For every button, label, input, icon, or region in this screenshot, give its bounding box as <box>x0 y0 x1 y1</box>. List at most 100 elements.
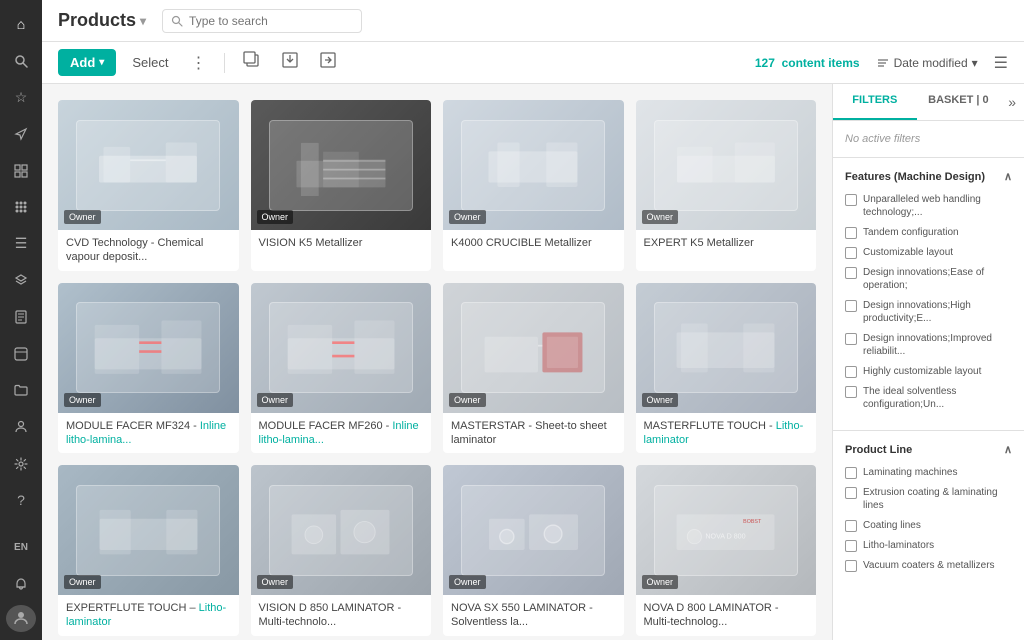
filter-checkbox[interactable] <box>845 386 857 398</box>
machine-illustration <box>461 302 605 393</box>
product-title: NOVA D 800 LAMINATOR - Multi-technolog..… <box>636 595 817 636</box>
sidebar-send-icon[interactable] <box>3 118 39 151</box>
filter-checkbox[interactable] <box>845 487 857 499</box>
owner-badge: Owner <box>257 575 294 589</box>
filter-item[interactable]: Design innovations;Ease of operation; <box>845 266 1012 292</box>
filter-item[interactable]: Tandem configuration <box>845 226 1012 239</box>
filter-item[interactable]: Coating lines <box>845 519 1012 532</box>
product-card[interactable]: Owner MODULE FACER MF324 - Inline litho-… <box>58 283 239 454</box>
machine-design-section-header[interactable]: Features (Machine Design) ∧ <box>845 170 1012 183</box>
product-card[interactable]: Owner MASTERFLUTE TOUCH - Litho-laminato… <box>636 283 817 454</box>
product-card[interactable]: Owner EXPERT K5 Metallizer <box>636 100 817 271</box>
filter-checkbox[interactable] <box>845 247 857 259</box>
filter-item[interactable]: The ideal solventless configuration;Un..… <box>845 385 1012 411</box>
filter-item[interactable]: Litho-laminators <box>845 539 1012 552</box>
sidebar-folder-icon[interactable] <box>3 374 39 407</box>
product-thumbnail: Owner <box>443 283 624 413</box>
filter-item[interactable]: Vacuum coaters & metallizers <box>845 559 1012 572</box>
search-input[interactable] <box>189 14 349 28</box>
product-line-section-title: Product Line <box>845 444 912 456</box>
product-card[interactable]: Owner VISION K5 Metallizer <box>251 100 432 271</box>
filters-tab[interactable]: FILTERS <box>833 84 917 120</box>
filter-item[interactable]: Design innovations;Improved reliabilit..… <box>845 332 1012 358</box>
product-thumbnail: Owner <box>636 283 817 413</box>
sidebar-grid-icon[interactable] <box>3 154 39 187</box>
product-card[interactable]: Owner VISION D 850 LAMINATOR - Multi-tec… <box>251 465 432 636</box>
download-icon-button[interactable] <box>275 47 305 78</box>
machine-design-collapse-icon: ∧ <box>1004 170 1012 183</box>
share-icon-button[interactable] <box>313 47 343 78</box>
sidebar-language-icon[interactable]: EN <box>3 532 39 565</box>
filter-item[interactable]: Unparalleled web handling technology;... <box>845 193 1012 219</box>
filter-checkbox[interactable] <box>845 333 857 345</box>
filter-item[interactable]: Extrusion coating & laminating lines <box>845 486 1012 512</box>
product-title: MASTERSTAR - Sheet-to sheet laminator <box>443 413 624 454</box>
sidebar-star-icon[interactable]: ☆ <box>3 81 39 114</box>
filter-label: The ideal solventless configuration;Un..… <box>863 385 1012 411</box>
view-grid-button[interactable]: ☰ <box>994 53 1008 73</box>
product-thumbnail: NOVA D 800 BOBST Owner <box>636 465 817 595</box>
product-card[interactable]: Owner EXPERTFLUTE TOUCH – Litho-laminato… <box>58 465 239 636</box>
filter-checkbox[interactable] <box>845 520 857 532</box>
copy-icon-button[interactable] <box>237 47 267 78</box>
product-card[interactable]: NOVA D 800 BOBST Owner NOVA D 800 LAMINA… <box>636 465 817 636</box>
product-card[interactable]: Owner K4000 CRUCIBLE Metallizer <box>443 100 624 271</box>
sidebar-apps-icon[interactable] <box>3 191 39 224</box>
products-area: Owner CVD Technology - Chemical vapour d… <box>42 84 832 640</box>
product-card[interactable]: Owner NOVA SX 550 LAMINATOR - Solventles… <box>443 465 624 636</box>
sort-chevron-icon: ▾ <box>972 56 978 70</box>
filter-checkbox[interactable] <box>845 227 857 239</box>
add-button[interactable]: Add ▾ <box>58 49 116 76</box>
filter-item[interactable]: Customizable layout <box>845 246 1012 259</box>
filter-checkbox[interactable] <box>845 560 857 572</box>
sidebar-avatar-icon[interactable] <box>6 605 36 632</box>
machine-illustration <box>654 120 798 211</box>
product-card[interactable]: Owner MODULE FACER MF260 - Inline litho-… <box>251 283 432 454</box>
expand-panel-icon[interactable]: » <box>1000 84 1024 120</box>
sidebar-question-icon[interactable]: ? <box>3 484 39 517</box>
machine-illustration <box>461 120 605 211</box>
main-area: Products ▾ Add ▾ Select ⋮ <box>42 0 1024 640</box>
filter-label: Unparalleled web handling technology;... <box>863 193 1012 219</box>
search-box[interactable] <box>162 9 362 33</box>
sort-icon <box>876 56 890 70</box>
filter-checkbox[interactable] <box>845 467 857 479</box>
product-title: MODULE FACER MF260 - Inline litho-lamina… <box>251 413 432 454</box>
sidebar-search-icon[interactable] <box>3 45 39 78</box>
product-card[interactable]: Owner MASTERSTAR - Sheet-to sheet lamina… <box>443 283 624 454</box>
sidebar-users-icon[interactable] <box>3 411 39 444</box>
select-button[interactable]: Select <box>124 49 176 76</box>
product-title: NOVA SX 550 LAMINATOR - Solventless la..… <box>443 595 624 636</box>
filter-label: Vacuum coaters & metallizers <box>863 559 995 572</box>
filter-label: Design innovations;Ease of operation; <box>863 266 1012 292</box>
product-title: EXPERTFLUTE TOUCH – Litho-laminator <box>58 595 239 636</box>
product-card[interactable]: Owner CVD Technology - Chemical vapour d… <box>58 100 239 271</box>
filter-label: Extrusion coating & laminating lines <box>863 486 1012 512</box>
filter-item[interactable]: Design innovations;High productivity;E..… <box>845 299 1012 325</box>
product-title: VISION K5 Metallizer <box>251 230 432 256</box>
toolbar: Add ▾ Select ⋮ 127 <box>42 42 1024 84</box>
add-chevron-icon: ▾ <box>99 57 104 68</box>
filter-checkbox[interactable] <box>845 194 857 206</box>
filter-item[interactable]: Highly customizable layout <box>845 365 1012 378</box>
sidebar-home-icon[interactable]: ⌂ <box>3 8 39 41</box>
owner-badge: Owner <box>257 210 294 224</box>
sidebar-bell-icon[interactable] <box>3 568 39 601</box>
sidebar-settings-icon[interactable] <box>3 447 39 480</box>
filter-item[interactable]: Laminating machines <box>845 466 1012 479</box>
filter-checkbox[interactable] <box>845 366 857 378</box>
product-title: EXPERT K5 Metallizer <box>636 230 817 256</box>
toolbar-divider <box>224 53 225 73</box>
filter-checkbox[interactable] <box>845 300 857 312</box>
filter-checkbox[interactable] <box>845 540 857 552</box>
sidebar-list-icon[interactable]: ☰ <box>3 228 39 261</box>
product-line-section-header[interactable]: Product Line ∧ <box>845 443 1012 456</box>
basket-tab[interactable]: BASKET | 0 <box>917 84 1001 120</box>
sidebar-tag-icon[interactable] <box>3 337 39 370</box>
more-options-button[interactable]: ⋮ <box>184 49 212 77</box>
sidebar-layers-icon[interactable] <box>3 264 39 297</box>
sort-button[interactable]: Date modified ▾ <box>868 52 986 74</box>
filter-checkbox[interactable] <box>845 267 857 279</box>
sidebar-document-icon[interactable] <box>3 301 39 334</box>
content-label: content items <box>782 56 860 70</box>
